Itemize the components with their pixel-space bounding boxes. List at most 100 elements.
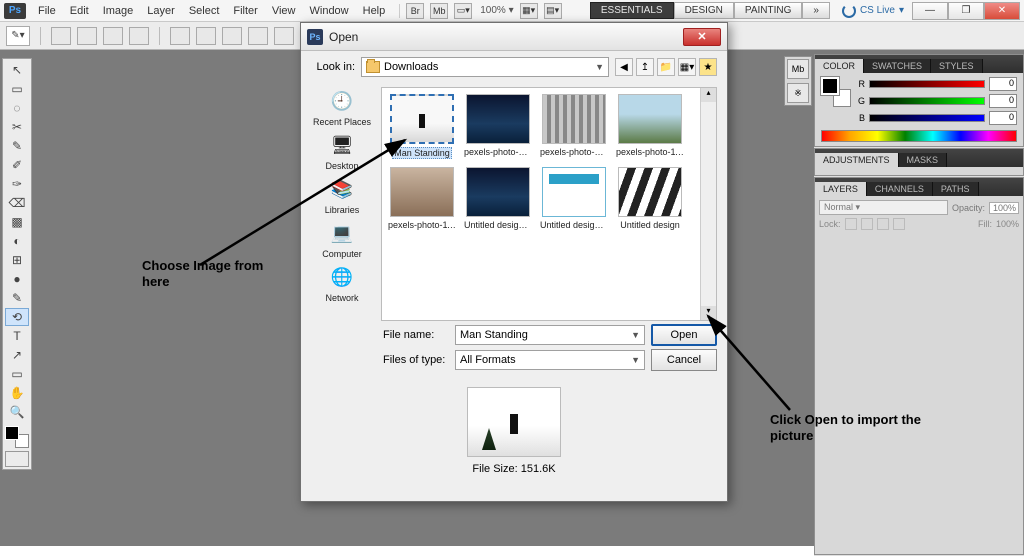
place-recent[interactable]: 🕘Recent Places: [313, 87, 371, 127]
file-item[interactable]: pexels-photo-91...: [464, 94, 532, 159]
fill-value[interactable]: 100%: [996, 219, 1019, 229]
window-minimize-button[interactable]: —: [912, 2, 948, 20]
menu-select[interactable]: Select: [183, 5, 226, 17]
option-swatch[interactable]: [51, 27, 71, 45]
menu-image[interactable]: Image: [97, 5, 140, 17]
favorite-icon[interactable]: ★: [699, 58, 717, 76]
lock-all-icon[interactable]: [893, 218, 905, 230]
filetype-combo[interactable]: All Formats▼: [455, 350, 645, 370]
stamp-tool[interactable]: ⌫: [5, 194, 29, 212]
window-close-button[interactable]: ✕: [984, 2, 1020, 20]
option-swatch[interactable]: [129, 27, 149, 45]
place-computer[interactable]: 💻Computer: [322, 219, 362, 259]
minibridge-icon[interactable]: Mb: [430, 3, 448, 19]
menu-window[interactable]: Window: [304, 5, 355, 17]
spectrum-bar[interactable]: [821, 130, 1017, 142]
marquee-tool[interactable]: ▭: [5, 80, 29, 98]
window-restore-button[interactable]: ❐: [948, 2, 984, 20]
nav-back-icon[interactable]: ◀: [615, 58, 633, 76]
eyedropper-tool[interactable]: ✎: [5, 137, 29, 155]
menu-help[interactable]: Help: [357, 5, 392, 17]
nav-up-icon[interactable]: ↥: [636, 58, 654, 76]
tab-layers[interactable]: LAYERS: [815, 182, 867, 196]
menu-file[interactable]: File: [32, 5, 62, 17]
tab-channels[interactable]: CHANNELS: [867, 182, 933, 196]
option-swatch[interactable]: [196, 27, 216, 45]
workspace-painting[interactable]: PAINTING: [734, 2, 802, 19]
pen-tool[interactable]: ⟲: [5, 308, 29, 326]
g-slider[interactable]: [869, 97, 985, 105]
file-list-scrollbar[interactable]: [700, 88, 716, 320]
option-swatch[interactable]: [248, 27, 268, 45]
zoom-tool[interactable]: 🔍: [5, 403, 29, 421]
new-folder-icon[interactable]: 📁: [657, 58, 675, 76]
file-item[interactable]: pexels-photo-13...: [540, 94, 608, 159]
zoom-level[interactable]: 100% ▾: [480, 5, 513, 16]
quickmask-toggle[interactable]: [5, 451, 29, 467]
lock-transparent-icon[interactable]: [845, 218, 857, 230]
minibridge-panel-icon[interactable]: Mb: [787, 59, 809, 79]
gradient-tool[interactable]: ⊞: [5, 251, 29, 269]
menu-view[interactable]: View: [266, 5, 302, 17]
workspace-design[interactable]: DESIGN: [674, 2, 734, 19]
tab-styles[interactable]: STYLES: [931, 59, 983, 73]
layers-list[interactable]: [815, 234, 1023, 554]
file-item[interactable]: pexels-photo-11...: [388, 167, 456, 230]
current-tool-icon[interactable]: ✎▾: [6, 26, 30, 46]
tab-color[interactable]: COLOR: [815, 59, 864, 73]
option-swatch[interactable]: [77, 27, 97, 45]
option-swatch[interactable]: [222, 27, 242, 45]
history-brush-tool[interactable]: ▩: [5, 213, 29, 231]
cslive-button[interactable]: CS Live ▾: [842, 4, 904, 18]
tab-masks[interactable]: MASKS: [899, 153, 948, 167]
extras-icon[interactable]: ▤▾: [544, 3, 562, 19]
fg-bg-swatch[interactable]: [5, 426, 29, 448]
option-swatch[interactable]: [103, 27, 123, 45]
menu-filter[interactable]: Filter: [227, 5, 263, 17]
blend-mode-select[interactable]: Normal ▾: [819, 200, 948, 215]
view-menu-icon[interactable]: ▦▾: [678, 58, 696, 76]
eraser-tool[interactable]: ◐: [5, 232, 29, 250]
blur-tool[interactable]: ●: [5, 270, 29, 288]
place-network[interactable]: 🌐Network: [325, 263, 359, 303]
option-swatch[interactable]: [170, 27, 190, 45]
move-tool[interactable]: ↖: [5, 61, 29, 79]
screen-mode-icon[interactable]: ▭▾: [454, 3, 472, 19]
arrange-icon[interactable]: ▦▾: [520, 3, 538, 19]
color-fgbg-icon[interactable]: [821, 77, 849, 105]
open-button[interactable]: Open: [651, 324, 717, 346]
workspace-more[interactable]: »: [802, 2, 830, 19]
lock-pixels-icon[interactable]: [861, 218, 873, 230]
crop-tool[interactable]: ✂: [5, 118, 29, 136]
lock-position-icon[interactable]: [877, 218, 889, 230]
healing-tool[interactable]: ✐: [5, 156, 29, 174]
shape-tool[interactable]: ▭: [5, 365, 29, 383]
hand-tool[interactable]: ✋: [5, 384, 29, 402]
g-value[interactable]: 0: [989, 94, 1017, 108]
dialog-titlebar[interactable]: Ps Open ✕: [301, 23, 727, 51]
r-slider[interactable]: [869, 80, 985, 88]
type-tool[interactable]: T: [5, 327, 29, 345]
option-swatch[interactable]: [274, 27, 294, 45]
file-item[interactable]: Untitled design: [616, 167, 684, 230]
file-item[interactable]: Man Standing: [388, 94, 456, 159]
place-libraries[interactable]: 📚Libraries: [325, 175, 360, 215]
path-select-tool[interactable]: ↗: [5, 346, 29, 364]
brush-tool[interactable]: ✑: [5, 175, 29, 193]
filename-combo[interactable]: Man Standing▼: [455, 325, 645, 345]
file-item[interactable]: Untitled design (1): [464, 167, 532, 230]
tab-adjustments[interactable]: ADJUSTMENTS: [815, 153, 899, 167]
opacity-value[interactable]: 100%: [989, 202, 1019, 214]
lookin-combo[interactable]: Downloads▼: [361, 57, 609, 77]
workspace-essentials[interactable]: ESSENTIALS: [590, 2, 674, 19]
file-item[interactable]: Untitled design (2): [540, 167, 608, 230]
cancel-button[interactable]: Cancel: [651, 349, 717, 371]
lasso-tool[interactable]: ◌: [5, 99, 29, 117]
histogram-panel-icon[interactable]: ※: [787, 83, 809, 103]
bridge-icon[interactable]: Br: [406, 3, 424, 19]
dialog-close-button[interactable]: ✕: [683, 28, 721, 46]
b-value[interactable]: 0: [989, 111, 1017, 125]
b-slider[interactable]: [869, 114, 985, 122]
dodge-tool[interactable]: ✎: [5, 289, 29, 307]
menu-edit[interactable]: Edit: [64, 5, 95, 17]
